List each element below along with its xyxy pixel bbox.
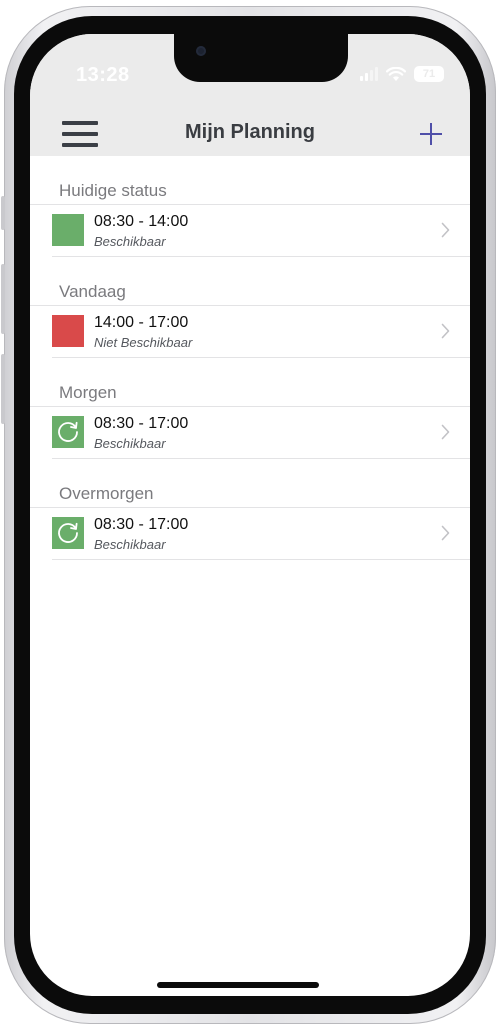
time-range: 08:30 - 17:00: [94, 415, 189, 432]
repeat-icon: [52, 517, 84, 549]
chevron-right-icon: [441, 323, 450, 339]
section-header: Huidige status: [30, 156, 470, 205]
volume-up-button: [1, 264, 5, 334]
status-bar: 13:28 71: [30, 34, 470, 114]
phone-bezel: 13:28 71 Mijn Planning Huidige status 08…: [14, 16, 486, 1014]
availability-label: Beschikbaar: [94, 436, 166, 451]
planning-row[interactable]: 08:30 - 17:00 Beschikbaar: [52, 407, 470, 459]
planning-list: Huidige status 08:30 - 14:00 Beschikbaar…: [30, 156, 470, 560]
availability-label: Niet Beschikbaar: [94, 335, 193, 350]
chevron-right-icon: [441, 525, 450, 541]
planning-row[interactable]: 14:00 - 17:00 Niet Beschikbaar: [52, 306, 470, 358]
status-icons: 71: [360, 66, 444, 82]
availability-label: Beschikbaar: [94, 234, 166, 249]
planning-row[interactable]: 08:30 - 17:00 Beschikbaar: [52, 508, 470, 560]
section-header: Morgen: [30, 358, 470, 407]
navigation-bar: Mijn Planning: [30, 114, 470, 156]
section-tomorrow: Morgen 08:30 - 17:00 Beschikbaar: [30, 358, 470, 459]
screen: 13:28 71 Mijn Planning Huidige status 08…: [30, 34, 470, 996]
plus-icon[interactable]: [414, 116, 448, 152]
wifi-icon: [386, 66, 406, 81]
notch: [174, 34, 348, 82]
volume-down-button: [1, 354, 5, 424]
action-button: [1, 196, 5, 230]
section-day-after-tomorrow: Overmorgen 08:30 - 17:00 Beschikbaar: [30, 459, 470, 560]
section-header: Overmorgen: [30, 459, 470, 508]
chevron-right-icon: [441, 222, 450, 238]
repeat-icon: [52, 416, 84, 448]
signal-icon: [360, 67, 378, 81]
phone-frame: 13:28 71 Mijn Planning Huidige status 08…: [1, 6, 496, 1024]
section-today: Vandaag 14:00 - 17:00 Niet Beschikbaar: [30, 257, 470, 358]
front-camera: [196, 46, 206, 56]
time-range: 08:30 - 17:00: [94, 516, 189, 533]
section-header: Vandaag: [30, 257, 470, 306]
battery-icon: 71: [414, 66, 444, 82]
time-range: 14:00 - 17:00: [94, 314, 189, 331]
time-range: 08:30 - 14:00: [94, 213, 189, 230]
section-current-status: Huidige status 08:30 - 14:00 Beschikbaar: [30, 156, 470, 257]
home-indicator[interactable]: [157, 982, 319, 988]
page-title: Mijn Planning: [185, 121, 315, 143]
unavailable-status-block: [52, 315, 84, 347]
planning-row[interactable]: 08:30 - 14:00 Beschikbaar: [52, 205, 470, 257]
chevron-right-icon: [441, 424, 450, 440]
available-status-block: [52, 214, 84, 246]
status-time: 13:28: [76, 64, 130, 86]
availability-label: Beschikbaar: [94, 537, 166, 552]
